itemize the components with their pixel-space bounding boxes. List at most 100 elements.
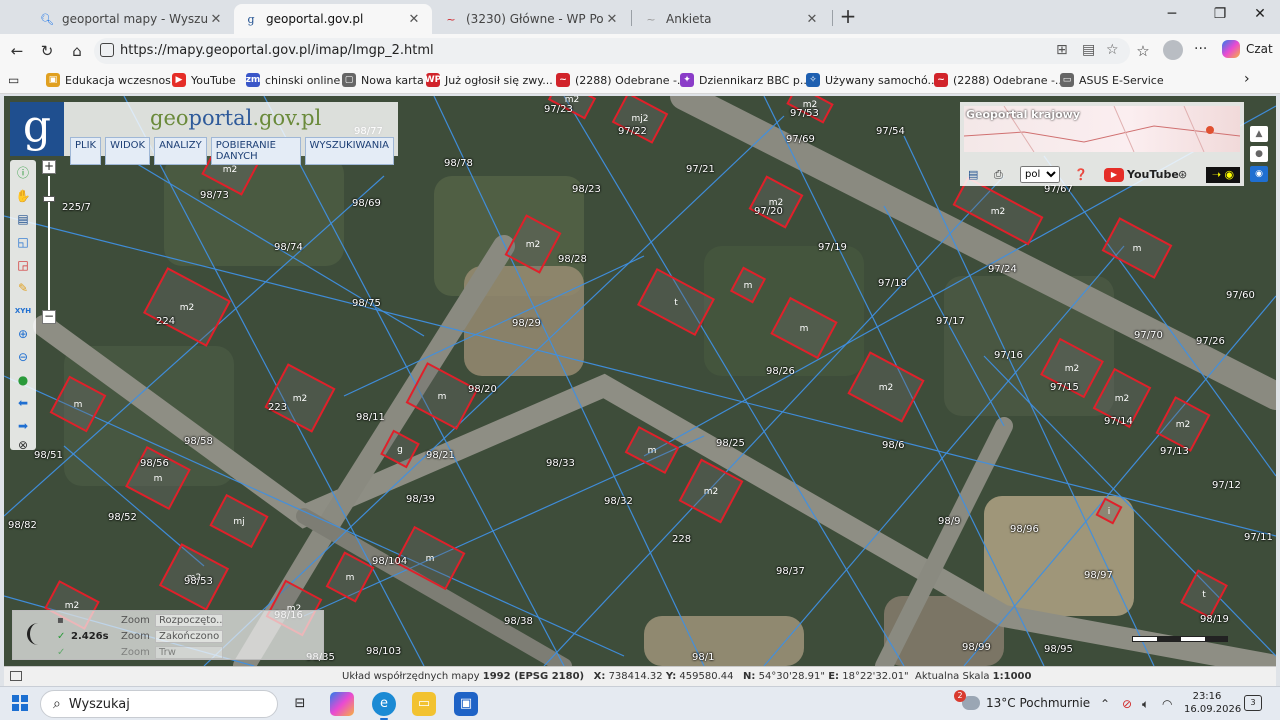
parcel-number-label[interactable]: 97/14 bbox=[1104, 416, 1133, 427]
parcel-number-label[interactable]: 98/99 bbox=[962, 642, 991, 653]
maximize-button[interactable]: ❐ bbox=[1200, 6, 1240, 28]
parcel-number-label[interactable]: 97/70 bbox=[1134, 330, 1163, 341]
parcel-number-label[interactable]: 98/39 bbox=[406, 494, 435, 505]
pencil-icon[interactable]: ✎ bbox=[14, 279, 32, 297]
home-button[interactable]: ⌂ bbox=[66, 40, 88, 62]
zoom-out-button[interactable]: − bbox=[42, 310, 56, 324]
parcel-number-label[interactable]: 97/12 bbox=[1212, 480, 1241, 491]
parcel-number-label[interactable]: 97/69 bbox=[786, 134, 815, 145]
url-bar[interactable]: https://mapy.geoportal.gov.pl/imap/Imgp_… bbox=[94, 38, 1130, 64]
layers-up-icon[interactable]: ▲ bbox=[1250, 126, 1268, 142]
parcel-number-label[interactable]: 97/23 bbox=[544, 104, 573, 115]
globe-icon[interactable]: ● bbox=[14, 371, 32, 389]
parcel-number-label[interactable]: 97/54 bbox=[876, 126, 905, 137]
menu-analizy[interactable]: ANALIZY bbox=[154, 137, 207, 165]
site-info-icon[interactable] bbox=[100, 43, 114, 57]
parcel-number-label[interactable]: 97/20 bbox=[754, 206, 783, 217]
parcel-number-label[interactable]: 98/73 bbox=[200, 190, 229, 201]
menu-wyszukiwania[interactable]: WYSZUKIWANIA bbox=[304, 137, 394, 165]
reload-button[interactable]: ↻ bbox=[36, 40, 58, 62]
parcel-number-label[interactable]: 97/53 bbox=[790, 108, 819, 119]
measure-area-icon[interactable]: ◲ bbox=[14, 256, 32, 274]
parcel-number-label[interactable]: 98/38 bbox=[504, 616, 533, 627]
parcel-number-label[interactable]: 98/23 bbox=[572, 184, 601, 195]
select-area-icon[interactable]: ◱ bbox=[14, 233, 32, 251]
bookmark-item[interactable]: ▢ Nowa karta bbox=[342, 73, 424, 87]
bookmark-item[interactable]: ~ (2288) Odebrane -... bbox=[934, 73, 1065, 87]
geoportal-logo[interactable]: g bbox=[10, 102, 64, 156]
parcel-number-label[interactable]: 98/56 bbox=[140, 458, 169, 469]
copilot-app-icon[interactable] bbox=[330, 692, 354, 716]
bookmark-item[interactable]: ✦ Dziennikarz BBC p... bbox=[680, 73, 810, 87]
parcel-number-label[interactable]: 97/24 bbox=[988, 264, 1017, 275]
tab-geoportal[interactable]: g geoportal.gov.pl ✕ bbox=[234, 4, 432, 34]
parcel-number-label[interactable]: 223 bbox=[268, 402, 287, 413]
expand-icon[interactable] bbox=[10, 671, 22, 681]
taskbar-search[interactable]: ⌕ Wyszukaj bbox=[40, 690, 278, 718]
zoom-in-button[interactable]: + bbox=[42, 160, 56, 174]
bookmark-item[interactable]: ▶ YouTube bbox=[172, 73, 236, 87]
arrow-right-icon[interactable]: ➡ bbox=[14, 417, 32, 435]
parcel-number-label[interactable]: 98/104 bbox=[372, 556, 407, 567]
parcel-number-label[interactable]: 98/6 bbox=[882, 440, 904, 451]
parcel-number-label[interactable]: 98/32 bbox=[604, 496, 633, 507]
close-icon[interactable]: ✕ bbox=[604, 12, 620, 27]
parcel-number-label[interactable]: 97/15 bbox=[1050, 382, 1079, 393]
arrow-left-icon[interactable]: ⬅ bbox=[14, 394, 32, 412]
parcel-number-label[interactable]: 98/20 bbox=[468, 384, 497, 395]
parcel-number-label[interactable]: 98/33 bbox=[546, 458, 575, 469]
notifications-icon[interactable]: 3 bbox=[1244, 695, 1262, 711]
parcel-number-label[interactable]: 98/29 bbox=[512, 318, 541, 329]
parcel-number-label[interactable]: 98/103 bbox=[366, 646, 401, 657]
parcel-number-label[interactable]: 224 bbox=[156, 316, 175, 327]
parcel-number-label[interactable]: 98/82 bbox=[8, 520, 37, 531]
info-icon[interactable]: ⓘ bbox=[14, 164, 32, 182]
apps-icon[interactable]: ⊞ bbox=[1056, 42, 1068, 58]
wifi-icon[interactable]: ◠ bbox=[1162, 697, 1172, 711]
close-window-button[interactable]: ✕ bbox=[1240, 6, 1280, 28]
parcel-number-label[interactable]: 97/22 bbox=[618, 126, 647, 137]
parcel-number-label[interactable]: 228 bbox=[672, 534, 691, 545]
bookmark-item[interactable]: ▣ Edukacja wczesnos... bbox=[46, 73, 181, 87]
minimize-button[interactable]: ─ bbox=[1152, 6, 1192, 28]
parcel-number-label[interactable]: 97/19 bbox=[818, 242, 847, 253]
bookmark-item[interactable]: zm chinski online bbox=[246, 73, 340, 87]
legend-icon[interactable]: ▤ bbox=[14, 210, 32, 228]
copilot-button[interactable]: Czat bbox=[1222, 40, 1273, 58]
parcel-number-label[interactable]: 98/11 bbox=[356, 412, 385, 423]
bookmark-item[interactable]: ▭ ASUS E-Service bbox=[1060, 73, 1164, 87]
language-select[interactable]: pol bbox=[1020, 166, 1060, 183]
avatar[interactable] bbox=[1163, 40, 1183, 60]
close-icon[interactable]: ✕ bbox=[406, 12, 422, 27]
map-viewport[interactable]: m2 mj2 m2 m2 m2 m2 t m m m2 m2 m2 m2 m2 m m2 m2 m mj g m m2 m m… bbox=[4, 96, 1276, 666]
close-icon[interactable]: ✕ bbox=[804, 12, 820, 27]
parcel-number-label[interactable]: 97/16 bbox=[994, 350, 1023, 361]
url-text[interactable]: https://mapy.geoportal.gov.pl/imap/Imgp_… bbox=[120, 43, 434, 58]
parcel-number-label[interactable]: 97/21 bbox=[686, 164, 715, 175]
parcel-number-label[interactable]: 98/75 bbox=[352, 298, 381, 309]
parcel-number-label[interactable]: 98/21 bbox=[426, 450, 455, 461]
bookmark-item[interactable]: ~ (2288) Odebrane -... bbox=[556, 73, 687, 87]
parcel-number-label[interactable]: 98/37 bbox=[776, 566, 805, 577]
system-clock[interactable]: 23:16 16.09.2026 bbox=[1184, 690, 1241, 716]
favorites-icon[interactable]: ☆ bbox=[1132, 40, 1154, 62]
chevron-up-icon[interactable]: ⌃ bbox=[1100, 697, 1110, 711]
parcel-number-label[interactable]: 98/52 bbox=[108, 512, 137, 523]
tab-ankieta[interactable]: ~ Ankieta ✕ bbox=[634, 4, 830, 34]
document-icon[interactable]: ▤ bbox=[968, 167, 978, 183]
security-icon[interactable]: ⊘ bbox=[1122, 697, 1132, 711]
parcel-number-label[interactable]: 97/11 bbox=[1244, 532, 1273, 543]
task-view-icon[interactable]: ⊟ bbox=[288, 692, 312, 716]
zoom-out-icon[interactable]: ⊖ bbox=[14, 348, 32, 366]
pan-hand-icon[interactable]: ✋ bbox=[14, 187, 32, 205]
parcel-number-label[interactable]: 98/25 bbox=[716, 438, 745, 449]
more-icon[interactable]: ··· bbox=[1194, 41, 1207, 57]
parcel-number-label[interactable]: 98/28 bbox=[558, 254, 587, 265]
parcel-number-label[interactable]: 98/78 bbox=[444, 158, 473, 169]
windows-start-icon[interactable] bbox=[12, 695, 28, 711]
store-icon[interactable]: ▣ bbox=[454, 692, 478, 716]
view-icon[interactable]: ◉ bbox=[1250, 166, 1268, 182]
high-contrast-icon[interactable]: ➝ ◉ bbox=[1206, 167, 1240, 183]
parcel-number-label[interactable]: 98/1 bbox=[692, 652, 714, 663]
parcel-number-label[interactable]: 98/19 bbox=[1200, 614, 1229, 625]
